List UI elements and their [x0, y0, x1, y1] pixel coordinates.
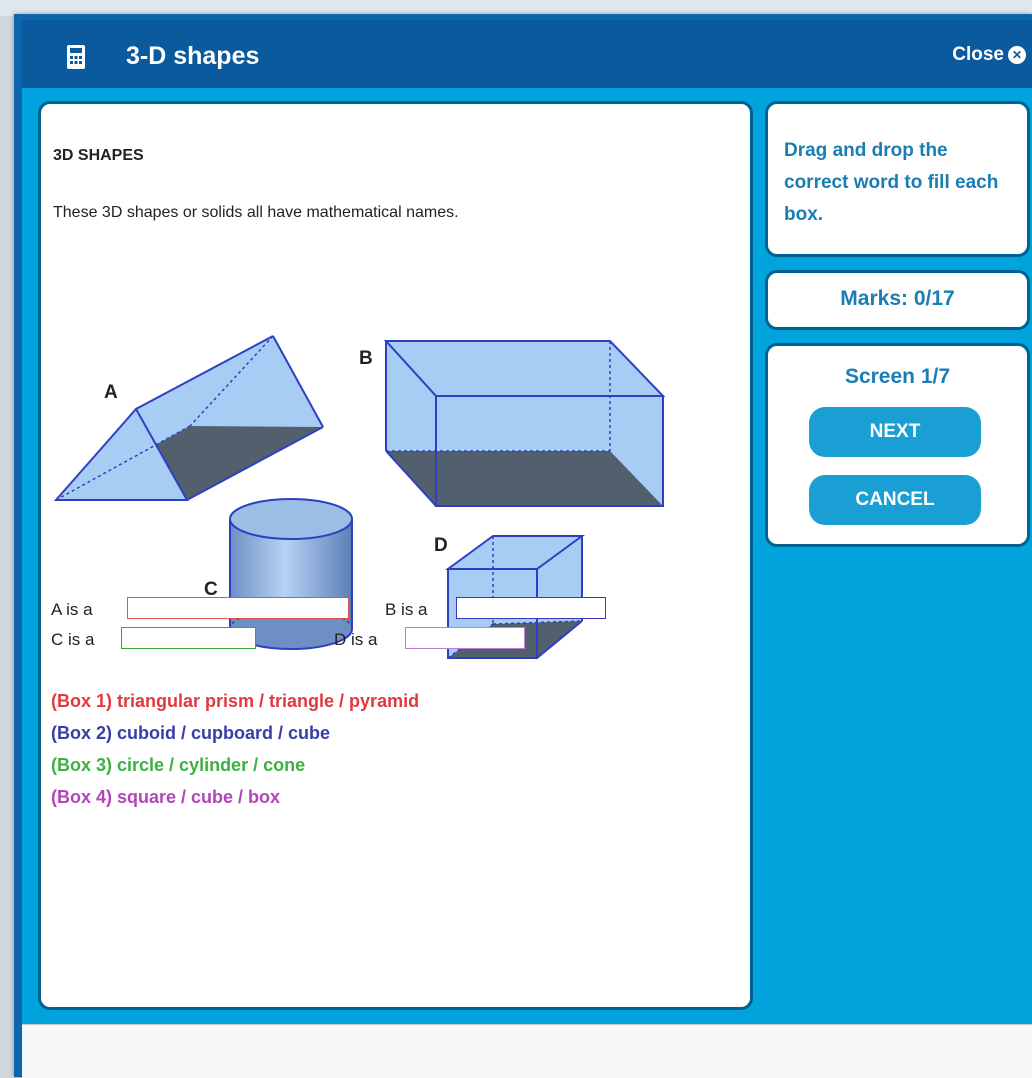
navigation-panel: Screen 1/7 NEXT CANCEL [765, 343, 1030, 547]
shape-a-triangular-prism [53, 335, 324, 501]
window-title: 3-D shapes [126, 42, 260, 70]
question-panel: 3D SHAPES These 3D shapes or solids all … [38, 101, 753, 1010]
fill-label-a: A is a [51, 600, 93, 619]
word-box-4[interactable]: (Box 4) square / cube / box [51, 787, 280, 808]
fill-label-c: C is a [51, 630, 95, 649]
question-intro: These 3D shapes or solids all have mathe… [53, 204, 459, 221]
shape-b-cuboid [383, 340, 666, 507]
word-box-1[interactable]: (Box 1) triangular prism / triangle / py… [51, 691, 419, 712]
drop-box-c[interactable] [121, 627, 256, 649]
shape-label-b: B [359, 348, 373, 369]
cancel-button[interactable]: CANCEL [809, 475, 981, 525]
fill-label-b: B is a [385, 600, 428, 619]
next-button[interactable]: NEXT [809, 407, 981, 457]
shape-label-d: D [434, 535, 448, 556]
instruction-panel: Drag and drop the correct word to fill e… [765, 101, 1030, 257]
shape-label-a: A [104, 382, 118, 403]
instruction-text: Drag and drop the correct word to fill e… [784, 140, 999, 225]
close-icon: ✕ [1008, 46, 1026, 64]
marks-panel: Marks: 0/17 [765, 270, 1030, 330]
fill-label-d: D is a [334, 630, 378, 649]
close-button[interactable]: Close ✕ [952, 44, 1026, 66]
close-label: Close [952, 44, 1004, 65]
drop-box-d[interactable] [405, 627, 525, 649]
bottom-bar [22, 1024, 1032, 1078]
drop-box-a[interactable] [127, 597, 349, 619]
question-heading: 3D SHAPES [53, 147, 144, 164]
word-box-3[interactable]: (Box 3) circle / cylinder / cone [51, 755, 305, 776]
title-bar: 3-D shapes Close ✕ [22, 20, 1032, 88]
screen-counter: Screen 1/7 [844, 365, 951, 388]
word-box-2[interactable]: (Box 2) cuboid / cupboard / cube [51, 723, 330, 744]
marks-text: Marks: 0/17 [840, 287, 955, 310]
calculator-icon [67, 45, 85, 69]
drop-box-b[interactable] [456, 597, 606, 619]
